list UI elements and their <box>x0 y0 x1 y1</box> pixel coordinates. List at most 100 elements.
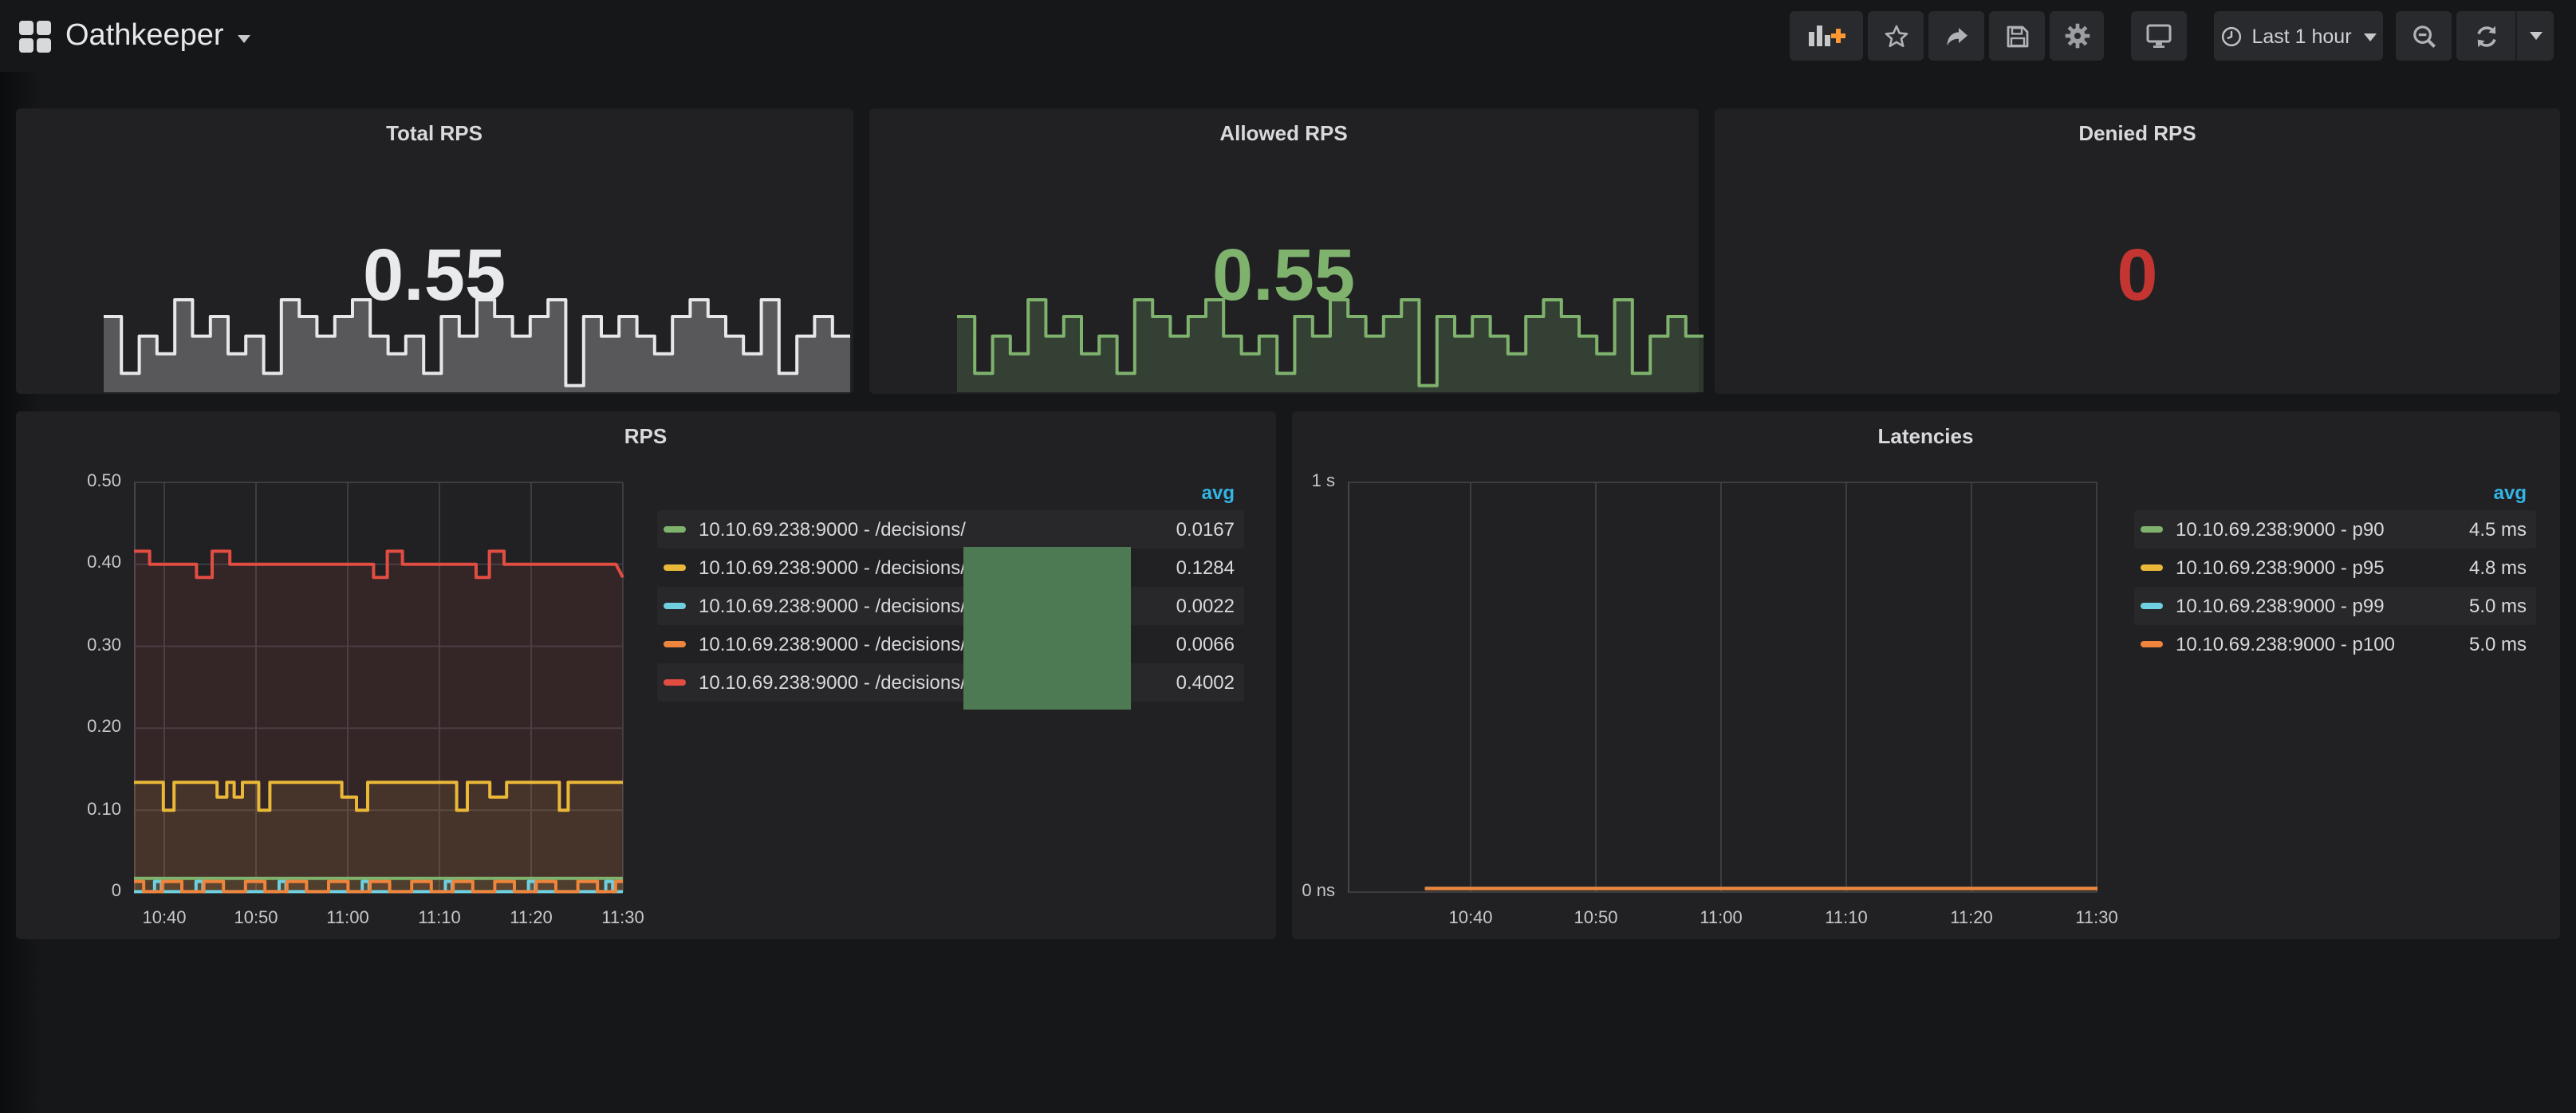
add-panel-icon <box>1806 22 1846 49</box>
legend-row: 10.10.69.238:9000 - p95 4.8 ms <box>2134 548 2536 586</box>
legend-color-swatch[interactable] <box>2141 525 2163 532</box>
toolbar: Last 1 hour <box>1790 11 2554 61</box>
clock-icon <box>2220 25 2242 47</box>
x-tick-label: 10:50 <box>1574 907 1617 929</box>
legend-color-swatch[interactable] <box>2141 640 2163 647</box>
legend-row: 10.10.69.238:9000 - p100 5.0 ms <box>2134 624 2536 663</box>
x-tick-label: 11:00 <box>1700 907 1742 929</box>
x-tick-label: 11:30 <box>601 907 644 929</box>
legend-row: 10.10.69.238:9000 - /decisions/0.0022 <box>657 586 1244 624</box>
legend-avg-value: 5.0 ms <box>2469 594 2527 616</box>
top-nav: Oathkeeper <box>0 0 2576 72</box>
legend-row: 10.10.69.238:9000 - /decisions/0.0167 <box>657 509 1244 548</box>
rps-legend: avg 10.10.69.238:9000 - /decisions/0.0167… <box>657 478 1244 701</box>
refresh-interval-dropdown[interactable] <box>2515 11 2554 61</box>
legend-row: 10.10.69.238:9000 - /decisions/0.0066 <box>657 624 1244 663</box>
zoom-out-button[interactable] <box>2396 11 2452 61</box>
share-button[interactable] <box>1928 11 1984 61</box>
legend-color-swatch[interactable] <box>664 564 686 570</box>
dashboard-grid-icon[interactable] <box>19 21 51 53</box>
sparkline <box>104 295 850 392</box>
x-tick-label: 10:40 <box>1448 907 1492 929</box>
stat-value: 0 <box>1715 230 2560 319</box>
legend-color-swatch[interactable] <box>664 640 686 647</box>
monitor-icon <box>2145 22 2172 49</box>
x-tick-label: 10:50 <box>234 907 278 929</box>
panel-total-rps: Total RPS 0.55 <box>16 108 853 394</box>
zoom-out-icon <box>2411 23 2436 49</box>
legend-series-name[interactable]: 10.10.69.238:9000 - p99 <box>2176 594 2453 616</box>
x-tick-label: 11:30 <box>2075 907 2117 929</box>
legend-avg-value: 5.0 ms <box>2469 632 2527 655</box>
rps-chart-plot[interactable] <box>134 468 627 902</box>
caret-down-icon <box>238 35 251 43</box>
gear-icon <box>2063 22 2090 49</box>
star-icon <box>1883 23 1908 49</box>
caret-down-icon <box>2365 33 2377 41</box>
dashboard-title-dropdown[interactable]: Oathkeeper <box>65 0 251 72</box>
legend-avg-header[interactable]: avg <box>657 478 1244 506</box>
x-tick-label: 11:10 <box>418 907 460 929</box>
panel-title[interactable]: Denied RPS <box>1715 121 2560 145</box>
legend-row: 10.10.69.238:9000 - /decisions/0.1284 <box>657 548 1244 586</box>
save-button[interactable] <box>1989 11 2045 61</box>
x-tick-label: 10:40 <box>142 907 186 929</box>
grid-lines <box>1348 482 2097 891</box>
legend-avg-value: 0.1284 <box>1176 556 1235 578</box>
legend-series-name[interactable]: 10.10.69.238:9000 - p95 <box>2176 556 2453 578</box>
dashboard: Oathkeeper <box>0 0 2576 1113</box>
legend-avg-value: 4.8 ms <box>2469 556 2527 578</box>
add-panel-button[interactable] <box>1790 11 1863 61</box>
settings-button[interactable] <box>2050 11 2104 61</box>
legend-row: 10.10.69.238:9000 - /decisions/0.4002 <box>657 663 1244 701</box>
time-range-label: Last 1 hour <box>2251 25 2351 47</box>
panel-denied-rps: Denied RPS 0 <box>1715 108 2560 394</box>
green-overlay-box <box>963 546 1131 709</box>
legend-avg-value: 0.4002 <box>1176 671 1235 693</box>
sparkline <box>956 295 1703 392</box>
legend-series-name[interactable]: 10.10.69.238:9000 - /decisions/ <box>699 517 1160 540</box>
legend-avg-header[interactable]: avg <box>2134 478 2536 506</box>
y-tick-label: 0.40 <box>16 553 121 575</box>
legend-series-name[interactable]: 10.10.69.238:9000 - p90 <box>2176 517 2453 540</box>
y-tick-label: 0 <box>16 880 121 903</box>
x-tick-label: 11:20 <box>510 907 552 929</box>
caret-down-icon <box>2529 32 2542 40</box>
legend-series-name[interactable]: 10.10.69.238:9000 - p100 <box>2176 632 2453 655</box>
panel-title[interactable]: Latencies <box>1291 423 2560 447</box>
panel-title[interactable]: Allowed RPS <box>869 121 1699 145</box>
panel-title[interactable]: Total RPS <box>16 121 853 145</box>
legend-avg-value: 4.5 ms <box>2469 517 2527 540</box>
legend-color-swatch[interactable] <box>664 678 686 685</box>
y-tick-label: 0 ns <box>1291 880 1335 903</box>
series-fill <box>134 550 623 891</box>
x-tick-label: 11:10 <box>1825 907 1867 929</box>
legend-color-swatch[interactable] <box>2141 602 2163 608</box>
y-tick-label: 1 s <box>1291 470 1335 493</box>
legend-row: 10.10.69.238:9000 - p99 5.0 ms <box>2134 586 2536 624</box>
favorite-button[interactable] <box>1868 11 1924 61</box>
time-range-picker[interactable]: Last 1 hour <box>2214 11 2383 61</box>
panel-title[interactable]: RPS <box>16 423 1275 447</box>
y-tick-label: 0.20 <box>16 716 121 738</box>
panel-allowed-rps: Allowed RPS 0.55 <box>869 108 1699 394</box>
cycle-view-button[interactable] <box>2131 11 2187 61</box>
panel-latencies-chart: Latencies 1 s 0 ns 10:40 10:50 11:00 11:10 11… <box>1291 411 2560 939</box>
legend-avg-value: 0.0022 <box>1176 594 1235 616</box>
refresh-button[interactable] <box>2456 11 2515 61</box>
legend-color-swatch[interactable] <box>664 525 686 532</box>
x-tick-label: 11:00 <box>326 907 368 929</box>
latencies-chart-plot[interactable] <box>1348 468 2099 902</box>
page-title: Oathkeeper <box>65 18 224 53</box>
latencies-legend: avg10.10.69.238:9000 - p904.5 ms10.10.69… <box>2134 478 2536 663</box>
x-tick-label: 11:20 <box>1950 907 1992 929</box>
legend-avg-value: 0.0066 <box>1176 632 1235 655</box>
legend-row: 10.10.69.238:9000 - p90 4.5 ms <box>2134 509 2536 548</box>
y-tick-label: 0.30 <box>16 635 121 657</box>
legend-color-swatch[interactable] <box>664 602 686 608</box>
refresh-button-group <box>2456 11 2554 61</box>
legend-color-swatch[interactable] <box>2141 564 2163 570</box>
save-icon <box>2004 23 2030 49</box>
y-tick-label: 0.10 <box>16 798 121 820</box>
share-icon <box>1944 23 1969 49</box>
